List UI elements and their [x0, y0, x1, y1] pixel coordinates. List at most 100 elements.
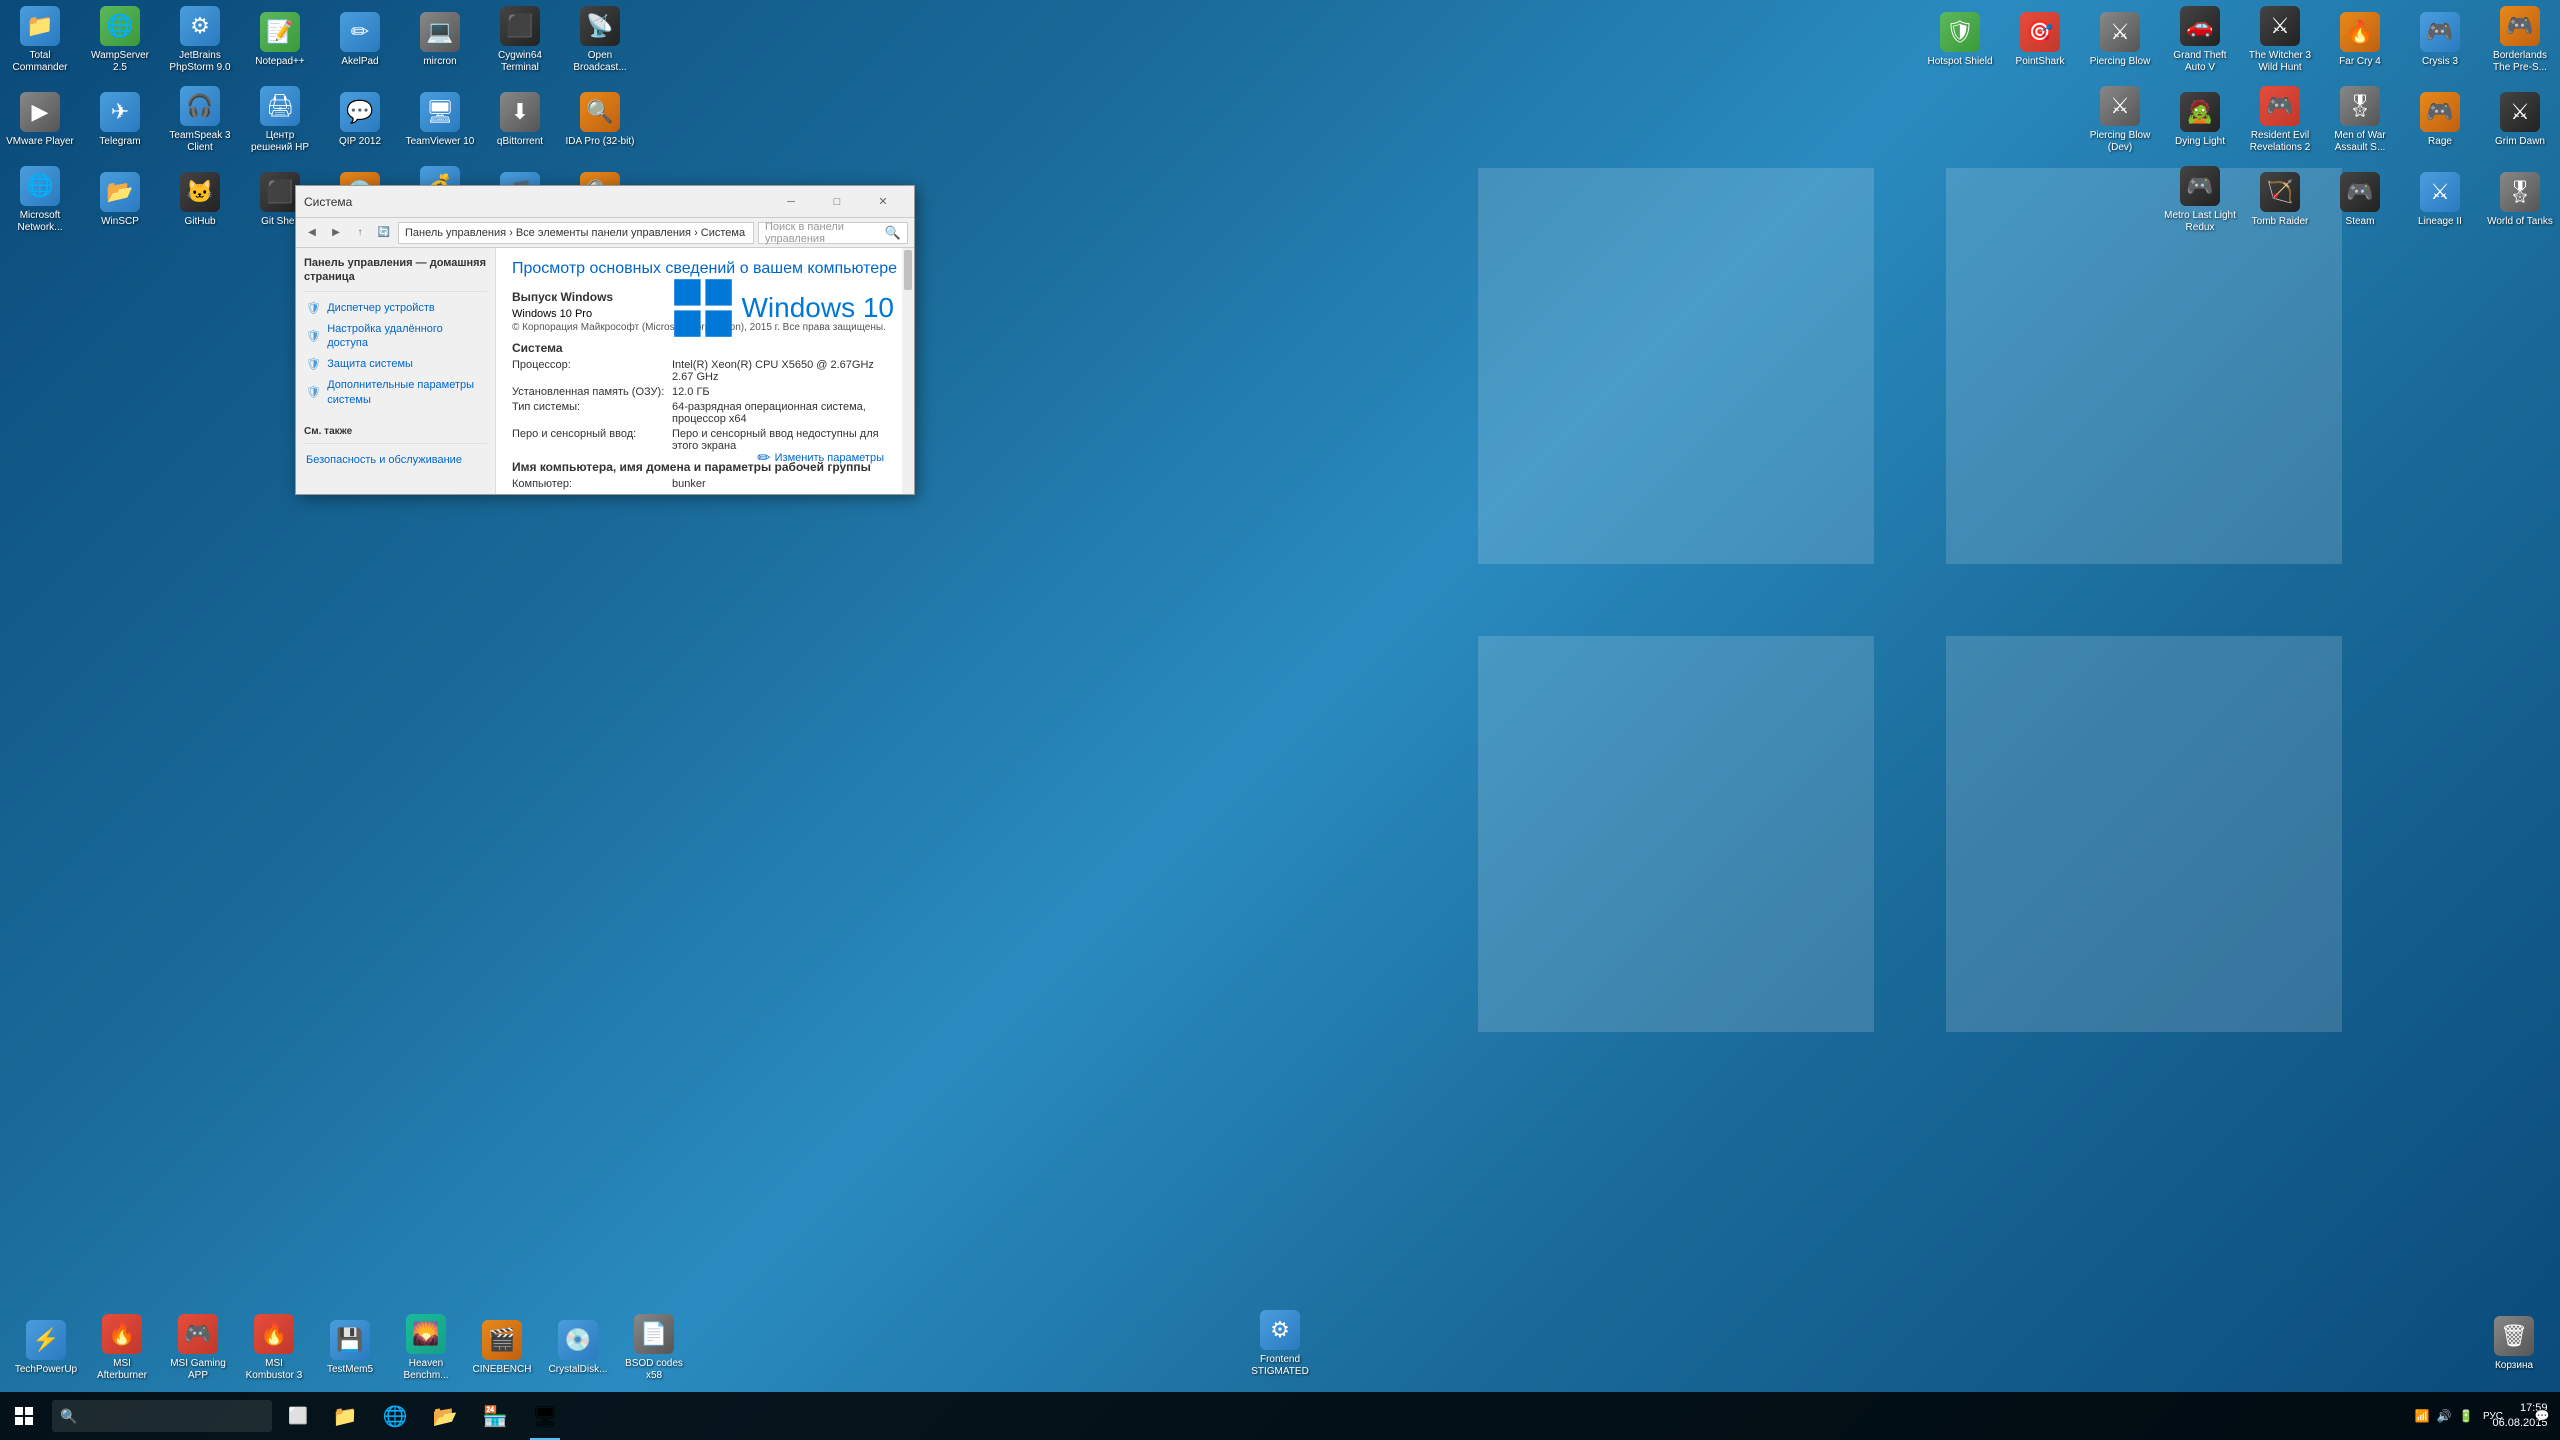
icon-telegram[interactable]: ✈ Telegram: [80, 80, 160, 160]
icon-frontend-stigmated[interactable]: ⚙ Frontend STIGMATED: [1242, 1304, 1318, 1384]
computer-value: bunker: [672, 478, 706, 490]
tray-volume-icon[interactable]: 🔊: [2434, 1406, 2454, 1426]
ram-label: Установленная память (ОЗУ):: [512, 386, 672, 398]
nav-forward-button[interactable]: ▶: [326, 223, 346, 243]
windows-start-icon: [14, 1406, 34, 1426]
address-path[interactable]: Панель управления › Все элементы панели …: [398, 222, 754, 244]
icon-ms-network[interactable]: 🌐 Microsoft Network...: [0, 160, 80, 240]
icon-steam[interactable]: 🎮 Steam: [2320, 160, 2400, 240]
task-view-button[interactable]: ⬜: [276, 1394, 320, 1438]
sidebar-link-device-manager[interactable]: 🛡 Диспетчер устройств: [304, 298, 487, 320]
icon-qip2012[interactable]: 💬 QIP 2012: [320, 80, 400, 160]
icon-testmems[interactable]: 💾 TestMem5: [312, 1308, 388, 1388]
window-controls: ─ □ ✕: [768, 187, 906, 217]
icon-rage[interactable]: 🎮 Rage: [2400, 80, 2480, 160]
icon-world-of-tanks[interactable]: 🎖 World of Tanks: [2480, 160, 2560, 240]
taskbar-search[interactable]: 🔍: [52, 1400, 272, 1432]
icon-total-commander[interactable]: 📁 Total Commander: [0, 0, 80, 80]
icon-jetbrains[interactable]: ⚙ JetBrains PhpStorm 9.0: [160, 0, 240, 80]
icon-mircron[interactable]: 💻 mircron: [400, 0, 480, 80]
task-view-icon: ⬜: [288, 1406, 308, 1426]
taskbar-app-filemanager[interactable]: 📂: [420, 1392, 470, 1440]
icon-hotspot-shield[interactable]: 🛡 Hotspot Shield: [1920, 0, 2000, 80]
icon-crysis3[interactable]: 🎮 Crysis 3: [2400, 0, 2480, 80]
sidebar-link-system-protection[interactable]: 🛡 Защита системы: [304, 354, 487, 376]
close-button[interactable]: ✕: [860, 187, 906, 217]
icon-row-right-3: 🎮 Metro Last Light Redux 🏹 Tomb Raider 🎮…: [1920, 160, 2560, 240]
icon-pointshark[interactable]: 🎯 PointShark: [2000, 0, 2080, 80]
icon-dying-light[interactable]: 🧟 Dying Light: [2160, 80, 2240, 160]
pen-label: Перо и сенсорный ввод:: [512, 428, 672, 452]
sidebar-link-remote-access[interactable]: 🛡 Настройка удалённого доступа: [304, 319, 487, 354]
minimize-button[interactable]: ─: [768, 187, 814, 217]
icon-row-2: ▶ VMware Player ✈ Telegram 🎧 TeamSpeak 3…: [0, 80, 640, 160]
icon-winscp[interactable]: 📂 WinSCP: [80, 160, 160, 240]
processor-row: Процессор: Intel(R) Xeon(R) CPU X5650 @ …: [512, 359, 898, 383]
computer-row: Компьютер: bunker: [512, 478, 898, 490]
tray-battery-icon[interactable]: 🔋: [2456, 1406, 2476, 1426]
icon-grim-dawn[interactable]: ⚔ Grim Dawn: [2480, 80, 2560, 160]
icon-heaven-bench[interactable]: 🌄 Heaven Benchm...: [388, 1308, 464, 1388]
bottom-desktop-icons: ⚡ TechPowerUp 🔥 MSI Afterburner 🎮 MSI Ga…: [0, 1304, 2560, 1392]
system-type-label: Тип системы:: [512, 401, 672, 425]
icon-tomb-raider[interactable]: 🏹 Tomb Raider: [2240, 160, 2320, 240]
icon-row-1: 📁 Total Commander 🌐 WampServer 2.5 ⚙ Jet…: [0, 0, 640, 80]
icon-teamviewer[interactable]: 🖥 TeamViewer 10: [400, 80, 480, 160]
icon-frontend-stigmated-container: ⚙ Frontend STIGMATED: [1242, 1304, 1318, 1384]
tray-notification-icon[interactable]: 💬: [2532, 1406, 2552, 1426]
icon-resident-evil[interactable]: 🎮 Resident Evil Revelations 2: [2240, 80, 2320, 160]
taskbar-app-explorer[interactable]: 📁: [320, 1392, 370, 1440]
taskbar-app-active[interactable]: 🖥: [520, 1392, 570, 1440]
tray-network-icon[interactable]: 📶: [2412, 1406, 2432, 1426]
icon-metro[interactable]: 🎮 Metro Last Light Redux: [2160, 160, 2240, 240]
nav-back-button[interactable]: ◀: [302, 223, 322, 243]
search-box[interactable]: Поиск в панели управления 🔍: [758, 222, 908, 244]
scrollbar[interactable]: [902, 248, 914, 494]
icon-men-of-war[interactable]: 🎖 Men of War Assault S...: [2320, 80, 2400, 160]
maximize-button[interactable]: □: [814, 187, 860, 217]
see-also-divider: [304, 443, 487, 444]
icon-borderlands[interactable]: 🎮 Borderlands The Pre-S...: [2480, 0, 2560, 80]
desktop-icons-right: 🛡 Hotspot Shield 🎯 PointShark ⚔ Piercing…: [1920, 0, 2560, 240]
icon-tech-powerup[interactable]: ⚡ TechPowerUp: [8, 1308, 84, 1388]
icon-msi-afterburner[interactable]: 🔥 MSI Afterburner: [84, 1308, 160, 1388]
icon-lineage2[interactable]: ⚔ Lineage II: [2400, 160, 2480, 240]
icon-cinebench[interactable]: 🎬 CINEBENCH: [464, 1308, 540, 1388]
system-type-value: 64-разрядная операционная система, проце…: [672, 401, 898, 425]
sidebar-link-advanced-params[interactable]: 🛡 Дополнительные параметры системы: [304, 375, 487, 410]
icon-witcher[interactable]: ⚔ The Witcher 3 Wild Hunt: [2240, 0, 2320, 80]
icon-openbroadcast[interactable]: 📡 Open Broadcast...: [560, 0, 640, 80]
icon-qbittorrent[interactable]: ⬇ qBittorrent: [480, 80, 560, 160]
icon-vmware[interactable]: ▶ VMware Player: [0, 80, 80, 160]
icon-cygwin[interactable]: ⬛ Cygwin64 Terminal: [480, 0, 560, 80]
window-content: Просмотр основных сведений о вашем компь…: [496, 248, 914, 494]
taskbar-app-store[interactable]: 🏪: [470, 1392, 520, 1440]
nav-refresh-button[interactable]: 🔄: [374, 223, 394, 243]
edit-icon: ✏: [757, 448, 770, 468]
sidebar-link-security[interactable]: Безопасность и обслуживание: [304, 450, 487, 470]
icon-gta[interactable]: 🚗 Grand Theft Auto V: [2160, 0, 2240, 80]
icon-farcry4[interactable]: 🔥 Far Cry 4: [2320, 0, 2400, 80]
icon-center-hp[interactable]: 🖨 Центр решений HP: [240, 80, 320, 160]
start-button[interactable]: [0, 1392, 48, 1440]
window-title: Система: [304, 195, 768, 209]
taskbar: 🔍 ⬜ 📁 🌐 📂 🏪 🖥 �: [0, 1392, 2560, 1440]
icon-row-right-top: 🛡 Hotspot Shield 🎯 PointShark ⚔ Piercing…: [1920, 0, 2560, 80]
icon-crystaldisk[interactable]: 💿 CrystalDisk...: [540, 1308, 616, 1388]
icon-piercing-blow[interactable]: ⚔ Piercing Blow: [2080, 0, 2160, 80]
nav-up-button[interactable]: ↑: [350, 223, 370, 243]
icon-msi-kombustor[interactable]: 🔥 MSI Kombustor 3: [236, 1308, 312, 1388]
icon-piercing-blow-dev[interactable]: ⚔ Piercing Blow (Dev): [2080, 80, 2160, 160]
icon-teamspeak[interactable]: 🎧 TeamSpeak 3 Client: [160, 80, 240, 160]
icon-bsod-codes[interactable]: 📄 BSOD codes x58: [616, 1308, 692, 1388]
icon-msi-gaming-app[interactable]: 🎮 MSI Gaming APP: [160, 1308, 236, 1388]
icon-wampserver[interactable]: 🌐 WampServer 2.5: [80, 0, 160, 80]
change-params-link[interactable]: Изменить параметры: [775, 452, 884, 464]
icon-notepadpp[interactable]: 📝 Notepad++: [240, 0, 320, 80]
taskbar-app-browser[interactable]: 🌐: [370, 1392, 420, 1440]
icon-akelpad[interactable]: ✏ AkelPad: [320, 0, 400, 80]
icon-github[interactable]: 🐱 GitHub: [160, 160, 240, 240]
icon-ida-pro-32[interactable]: 🔍 IDA Pro (32-bit): [560, 80, 640, 160]
tray-clock-icon: 17:59 06.08.2015: [2510, 1406, 2530, 1426]
icon-recycle-bin[interactable]: 🗑 Корзина: [2476, 1304, 2552, 1384]
